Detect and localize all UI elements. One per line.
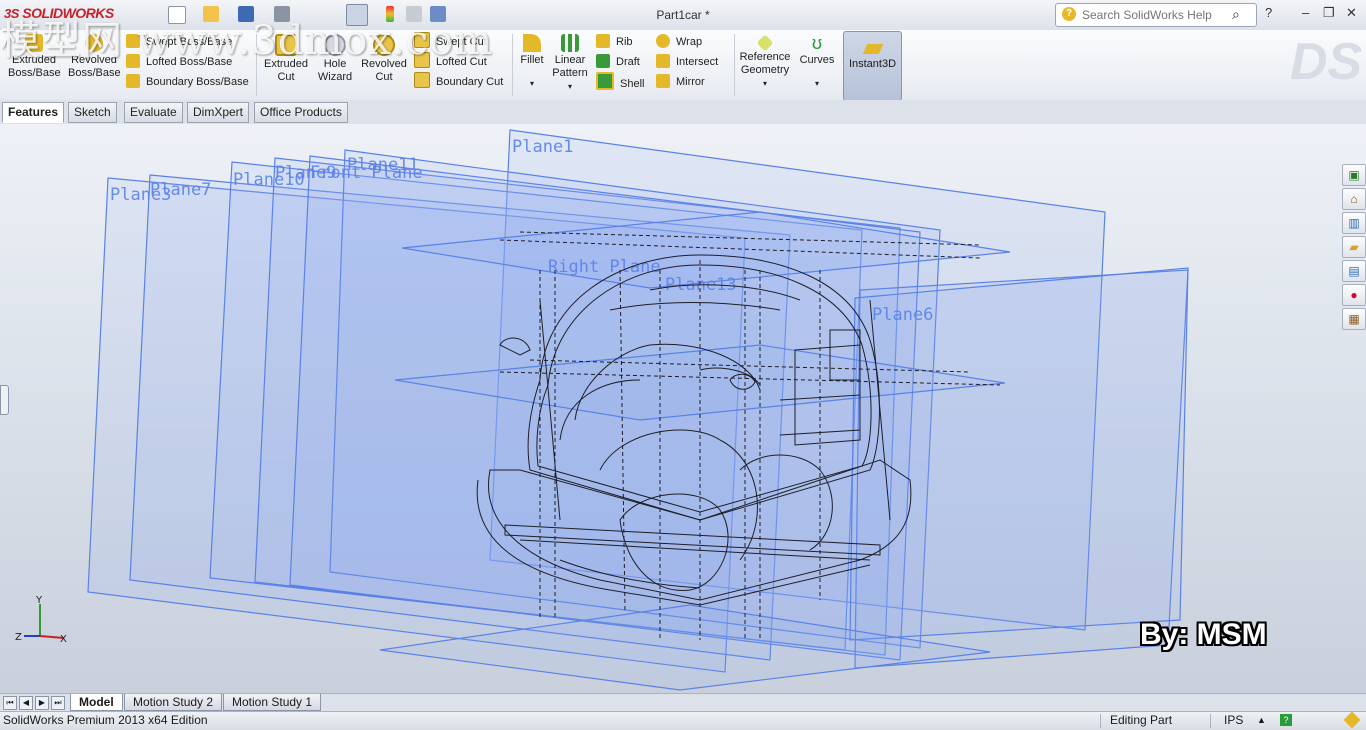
tab-motion-study-1[interactable]: Motion Study 1 <box>223 694 322 711</box>
graphics-area[interactable]: Plane1 Plane3 Plane7 Plane10 Plane9 Plan… <box>0 124 1366 693</box>
fillet-button[interactable]: Fillet ▾ <box>516 30 548 90</box>
status-bar: SolidWorks Premium 2013 x64 Edition Edit… <box>0 711 1366 730</box>
fillet-label: Fillet <box>520 54 544 66</box>
boundary-boss-label: Boundary Boss/Base <box>146 76 249 88</box>
tab-features[interactable]: Features <box>2 102 65 123</box>
tab-motion-study-2[interactable]: Motion Study 2 <box>124 694 223 711</box>
fillet-icon <box>523 34 541 52</box>
mirror-button[interactable]: Mirror <box>656 72 718 92</box>
status-separator <box>1100 714 1101 728</box>
boundary-boss-button[interactable]: Boundary Boss/Base <box>126 72 249 92</box>
triad-y-label: Y <box>35 595 43 606</box>
home-icon[interactable]: ⌂ <box>1342 188 1366 210</box>
boundary-boss-icon <box>126 74 140 88</box>
feature-manager-expand-handle[interactable] <box>0 385 9 415</box>
edition-label: SolidWorks Premium 2013 x64 Edition <box>3 713 208 727</box>
triad-x-label: X <box>60 634 67 645</box>
search-input[interactable] <box>1080 4 1234 26</box>
features-small-group-2: Wrap Intersect Mirror <box>656 32 718 92</box>
ds-brand-mark: DS <box>1290 33 1363 91</box>
help-question-icon: ? <box>1062 7 1076 21</box>
plane-label: Plane7 <box>150 180 211 200</box>
reference-geometry-label: Reference Geometry <box>739 51 791 76</box>
tab-sketch[interactable]: Sketch <box>68 102 117 123</box>
fillet-dropdown-icon[interactable]: ▾ <box>516 77 548 90</box>
ribbon-separator <box>734 34 735 96</box>
plane-label: Front Plane <box>310 163 423 183</box>
curves-label: Curves <box>799 54 835 66</box>
mirror-icon <box>656 74 670 88</box>
author-credit: By: MSM <box>1140 618 1267 651</box>
boundary-cut-icon <box>414 72 430 88</box>
triad-z-label: Z <box>15 632 22 643</box>
draft-button[interactable]: Draft <box>596 52 644 72</box>
units-dropdown-icon[interactable]: ▲ <box>1257 712 1266 729</box>
boundary-cut-label: Boundary Cut <box>436 76 504 88</box>
linear-pattern-label: Linear Pattern <box>552 54 588 79</box>
previous-tab-icon[interactable]: ◀ <box>19 696 33 710</box>
plane-label: Plane6 <box>872 305 933 325</box>
model-wireframe: Plane1 Plane3 Plane7 Plane10 Plane9 Plan… <box>15 129 1189 691</box>
status-separator <box>1210 714 1211 728</box>
editing-mode-label: Editing Part <box>1110 713 1173 727</box>
tab-model[interactable]: Model <box>70 694 123 711</box>
file-explorer-icon[interactable]: ▰ <box>1342 236 1366 258</box>
features-small-group-1: Rib Draft Shell <box>596 32 644 92</box>
shell-label: Shell <box>620 78 645 90</box>
intersect-label: Intersect <box>676 56 719 68</box>
ribbon-separator <box>512 34 513 96</box>
mirror-label: Mirror <box>676 76 705 88</box>
search-icon[interactable]: ⌕ <box>1232 6 1240 23</box>
curves-button[interactable]: ʊ Curves ▾ <box>798 30 836 90</box>
next-tab-icon[interactable]: ▶ <box>35 696 49 710</box>
restore-button[interactable]: ❐ <box>1323 5 1335 21</box>
tab-office-products[interactable]: Office Products <box>254 102 348 123</box>
site-watermark: 模型网 www.3dmox.com <box>0 18 494 64</box>
appearances-icon[interactable]: ● <box>1342 284 1366 306</box>
plane-label: Plane1 <box>512 137 573 157</box>
wrap-label: Wrap <box>676 36 703 48</box>
pattern-dropdown-icon[interactable]: ▾ <box>550 80 590 93</box>
custom-properties-icon[interactable]: ▦ <box>1342 308 1366 330</box>
reference-geometry-button[interactable]: Reference Geometry ▾ <box>738 30 792 90</box>
solidworks-resources-icon[interactable]: ▣ <box>1342 164 1366 186</box>
help-menu-button[interactable]: ? <box>1265 5 1272 20</box>
tab-dimxpert[interactable]: DimXpert <box>187 102 250 123</box>
model-motion-tabs: ⏮ ◀ ▶ ⏭ Model Motion Study 2 Motion Stud… <box>0 693 1366 712</box>
rib-label: Rib <box>616 36 633 48</box>
linear-pattern-button[interactable]: Linear Pattern ▾ <box>550 30 590 93</box>
close-button[interactable]: ✕ <box>1346 5 1357 21</box>
curves-dropdown-icon[interactable]: ▾ <box>798 77 836 90</box>
wrap-icon <box>656 34 670 48</box>
draft-label: Draft <box>616 56 640 68</box>
reference-dropdown-icon[interactable]: ▾ <box>738 77 792 90</box>
help-search-box[interactable]: ? ⌕ <box>1055 3 1257 27</box>
instant3d-toggle[interactable]: Instant3D <box>843 31 902 101</box>
draft-icon <box>596 54 610 68</box>
rib-icon <box>596 34 610 48</box>
last-tab-icon[interactable]: ⏭ <box>51 696 65 710</box>
first-tab-icon[interactable]: ⏮ <box>3 696 17 710</box>
axis-triad <box>24 604 65 639</box>
instant3d-label: Instant3D <box>848 58 897 70</box>
design-library-icon[interactable]: ▥ <box>1342 212 1366 234</box>
boundary-cut-button[interactable]: Boundary Cut <box>414 72 503 92</box>
intersect-button[interactable]: Intersect <box>656 52 718 72</box>
intersect-icon <box>656 54 670 68</box>
linear-pattern-icon <box>561 34 579 52</box>
tab-evaluate[interactable]: Evaluate <box>124 102 183 123</box>
curves-icon: ʊ <box>811 33 823 53</box>
shell-icon <box>596 72 614 90</box>
command-tab-bar: Features Sketch Evaluate DimXpert Office… <box>0 100 1366 124</box>
wrap-button[interactable]: Wrap <box>656 32 718 52</box>
view-palette-icon[interactable]: ▤ <box>1342 260 1366 282</box>
help-status-icon[interactable]: ? <box>1280 714 1292 726</box>
instant3d-icon <box>862 44 883 54</box>
reference-geometry-icon <box>756 34 774 52</box>
shell-button[interactable]: Shell <box>596 72 644 92</box>
rib-button[interactable]: Rib <box>596 32 644 52</box>
customize-status-icon[interactable] <box>1343 711 1361 729</box>
units-label[interactable]: IPS <box>1224 712 1243 729</box>
minimize-button[interactable]: – <box>1302 5 1309 20</box>
